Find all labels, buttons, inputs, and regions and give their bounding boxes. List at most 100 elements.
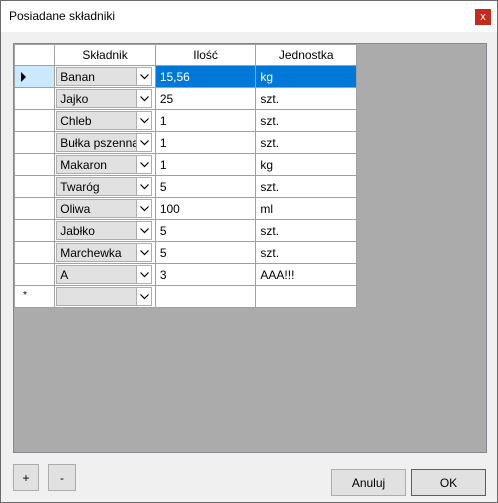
row-header[interactable]	[13, 153, 56, 176]
table-row[interactable]: Marchewka 5 szt.	[13, 241, 357, 264]
row-header[interactable]	[13, 219, 56, 242]
column-header-ingredient[interactable]: Składnik	[54, 44, 156, 66]
quantity-value: 1	[159, 135, 167, 150]
ingredient-combobox[interactable]: Chleb	[56, 111, 153, 130]
chevron-down-icon[interactable]	[136, 266, 152, 283]
quantity-value: 3	[159, 267, 167, 282]
table-row[interactable]: A 3 AAA!!!	[13, 263, 357, 286]
chevron-down-icon[interactable]	[136, 112, 152, 129]
ingredient-combobox-new[interactable]	[56, 287, 153, 306]
unit-value: kg	[260, 69, 274, 84]
chevron-down-icon[interactable]	[136, 244, 152, 261]
row-header[interactable]	[13, 131, 56, 154]
column-header-unit[interactable]: Jednostka	[255, 44, 357, 66]
row-header[interactable]	[13, 241, 56, 264]
corner-header	[13, 44, 56, 66]
unit-cell[interactable]: szt.	[255, 131, 357, 154]
table-row[interactable]: Bułka pszenna 1 szt.	[13, 131, 357, 154]
quantity-cell[interactable]: 5	[154, 241, 257, 264]
chevron-down-icon[interactable]	[136, 222, 152, 239]
column-header-quantity[interactable]: Ilość	[154, 44, 257, 66]
add-row-button[interactable]: +	[13, 464, 39, 491]
quantity-cell[interactable]: 15,56	[154, 65, 257, 88]
quantity-cell[interactable]: 100	[154, 197, 257, 220]
quantity-value: 5	[159, 179, 167, 194]
window-title: Posiadane składniki	[9, 9, 116, 23]
unit-value: szt.	[260, 91, 280, 106]
table-row[interactable]: Oliwa 100 ml	[13, 197, 357, 220]
table-row[interactable]: Twaróg 5 szt.	[13, 175, 357, 198]
ingredient-value: A	[60, 267, 69, 282]
table-row[interactable]: Makaron 1 kg	[13, 153, 357, 176]
new-row[interactable]: *	[13, 285, 357, 308]
quantity-cell[interactable]: 1	[154, 109, 257, 132]
ok-button[interactable]: OK	[411, 469, 486, 496]
ingredient-combobox[interactable]: Twaróg	[56, 177, 153, 196]
unit-cell[interactable]: kg	[255, 153, 357, 176]
ingredient-combobox[interactable]: Jajko	[56, 89, 153, 108]
unit-value: kg	[260, 157, 274, 172]
quantity-cell[interactable]: 25	[154, 87, 257, 110]
chevron-down-icon[interactable]	[136, 90, 152, 107]
unit-cell[interactable]: szt.	[255, 87, 357, 110]
unit-cell[interactable]: kg	[255, 65, 357, 88]
ingredient-combobox[interactable]: Oliwa	[56, 199, 153, 218]
quantity-cell[interactable]: 5	[154, 219, 257, 242]
quantity-value: 15,56	[159, 69, 190, 84]
chevron-down-icon[interactable]	[136, 134, 152, 151]
chevron-down-icon[interactable]	[136, 200, 152, 217]
table-row[interactable]: Banan 15,56 kg	[13, 65, 357, 88]
quantity-value: 5	[159, 245, 167, 260]
quantity-cell[interactable]: 1	[154, 153, 257, 176]
quantity-value: 5	[159, 223, 167, 238]
ingredient-value: Banan	[60, 69, 95, 84]
quantity-value: 100	[159, 201, 180, 216]
unit-cell[interactable]: szt.	[255, 219, 357, 242]
ingredient-combobox[interactable]: Marchewka	[56, 243, 153, 262]
unit-value: szt.	[260, 179, 280, 194]
chevron-down-icon[interactable]	[136, 178, 152, 195]
unit-cell[interactable]: szt.	[255, 109, 357, 132]
unit-cell-new[interactable]	[255, 285, 357, 308]
unit-cell[interactable]: szt.	[255, 241, 357, 264]
ingredient-value: Chleb	[60, 113, 92, 128]
ingredient-combobox[interactable]: A	[56, 265, 153, 284]
row-header[interactable]	[13, 109, 56, 132]
cancel-button[interactable]: Anuluj	[331, 469, 406, 496]
quantity-cell[interactable]: 3	[154, 263, 257, 286]
ingredient-combobox[interactable]: Makaron	[56, 155, 153, 174]
quantity-cell[interactable]: 5	[154, 175, 257, 198]
ingredient-value: Jabłko	[60, 223, 95, 238]
ingredient-combobox[interactable]: Bułka pszenna	[56, 133, 153, 152]
ingredient-combobox[interactable]: Jabłko	[56, 221, 153, 240]
unit-value: szt.	[260, 223, 280, 238]
chevron-down-icon[interactable]	[136, 288, 152, 305]
unit-cell[interactable]: ml	[255, 197, 357, 220]
current-row-icon	[21, 72, 26, 82]
row-header[interactable]	[13, 87, 56, 110]
table-row[interactable]: Jajko 25 szt.	[13, 87, 357, 110]
unit-value: szt.	[260, 245, 280, 260]
row-header[interactable]	[13, 263, 56, 286]
unit-cell[interactable]: szt.	[255, 175, 357, 198]
quantity-cell-new[interactable]	[154, 285, 257, 308]
unit-cell[interactable]: AAA!!!	[255, 263, 357, 286]
unit-value: szt.	[260, 135, 280, 150]
row-header[interactable]	[13, 197, 56, 220]
chevron-down-icon[interactable]	[136, 156, 152, 173]
new-row-header[interactable]: *	[13, 285, 56, 308]
table-row[interactable]: Jabłko 5 szt.	[13, 219, 357, 242]
unit-value: ml	[260, 201, 274, 216]
ingredient-value: Marchewka	[60, 245, 122, 260]
ingredient-combobox[interactable]: Banan	[56, 67, 153, 86]
quantity-cell[interactable]: 1	[154, 131, 257, 154]
remove-row-button[interactable]: -	[48, 464, 76, 491]
chevron-down-icon[interactable]	[136, 68, 152, 85]
ingredient-value: Jajko	[60, 91, 89, 106]
row-header[interactable]	[13, 175, 56, 198]
table-row[interactable]: Chleb 1 szt.	[13, 109, 357, 132]
close-button[interactable]: x	[475, 9, 491, 25]
ingredients-table: Składnik Ilość Jednostka Banan 15,56 kg Jaj…	[13, 44, 357, 308]
row-header[interactable]	[13, 65, 56, 88]
ingredient-value: Makaron	[60, 157, 107, 172]
